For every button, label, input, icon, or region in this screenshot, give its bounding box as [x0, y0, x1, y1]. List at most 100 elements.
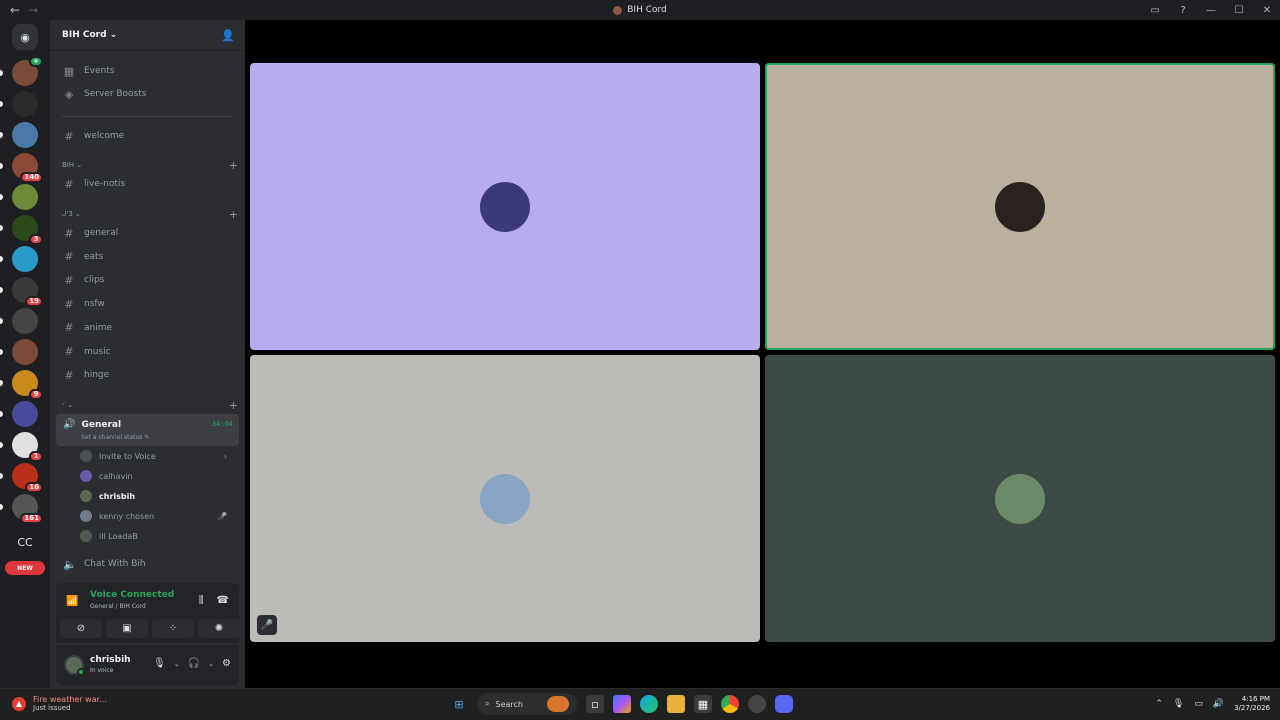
avatar[interactable] — [64, 655, 85, 676]
server-icon[interactable]: + — [12, 56, 43, 86]
forward-arrow-icon[interactable]: → — [28, 3, 38, 17]
nav-server-boosts[interactable]: ◈ Server Boosts — [58, 83, 238, 105]
voice-user[interactable]: calhavin — [80, 468, 235, 484]
camera-off-button[interactable]: ⊘ — [60, 619, 102, 638]
nav-events[interactable]: ▦ Events — [58, 60, 238, 82]
windows-start-icon[interactable]: ⊞ — [450, 695, 468, 713]
channel-general[interactable]: # general — [58, 222, 238, 244]
noise-suppression-icon[interactable]: ⫼ — [199, 595, 204, 606]
category-j3[interactable]: ᒍ'3 ⌄ + — [62, 207, 238, 221]
discord-taskbar-icon[interactable] — [775, 695, 793, 713]
server-header[interactable]: BIH Cord ⌄ 👤 — [50, 20, 245, 51]
chevron-down-icon[interactable]: ⌄ — [208, 660, 214, 668]
chevron-up-icon[interactable]: ⌃ — [1155, 699, 1163, 709]
person-add-icon[interactable]: 👤 — [221, 29, 235, 42]
soundboard-button[interactable]: ✺ — [198, 619, 240, 638]
add-channel-icon[interactable]: + — [229, 159, 238, 172]
unread-indicator — [0, 287, 3, 293]
video-tile[interactable] — [765, 355, 1275, 642]
volume-icon[interactable]: 🔊 — [1213, 699, 1224, 709]
activities-button[interactable]: ⁘ — [152, 619, 194, 638]
category-voice[interactable]: ᐟ ⌄ + — [62, 398, 238, 412]
mention-badge: 1 — [29, 451, 43, 462]
edge-icon[interactable] — [640, 695, 658, 713]
participant-avatar — [995, 473, 1045, 524]
server-icon[interactable] — [12, 246, 38, 272]
server-icon[interactable]: 16 — [12, 463, 43, 493]
channel-hinge[interactable]: # hinge — [58, 364, 238, 386]
help-icon[interactable]: ? — [1176, 5, 1190, 16]
voice-timer: 34:04 — [211, 420, 233, 428]
video-tile[interactable]: 🎤 — [250, 355, 760, 642]
screen-share-button[interactable]: ▣ — [106, 619, 148, 638]
unread-indicator — [0, 349, 3, 355]
microphone-icon[interactable]: 🎙 — [153, 658, 166, 669]
username[interactable]: chrisbih — [90, 655, 131, 665]
channel-anime[interactable]: # anime — [58, 317, 238, 339]
new-badge[interactable]: NEW — [5, 561, 45, 575]
network-icon[interactable]: ▭ — [1194, 699, 1203, 709]
channel-sidebar: BIH Cord ⌄ 👤 ▦ Events ◈ Server Boosts # … — [50, 20, 245, 688]
file-explorer-icon[interactable] — [667, 695, 685, 713]
voice-user[interactable]: kenny chosen 🎤̸ — [80, 508, 235, 524]
server-name[interactable]: BIH Cord ⌄ — [62, 30, 117, 40]
voice-channel-chat-with-bih[interactable]: 🔈 Chat With Bih — [58, 553, 238, 575]
weather-widget[interactable]: ▲ Fire weather war... Just issued — [12, 695, 107, 712]
server-icon[interactable] — [12, 91, 38, 117]
microphone-icon[interactable]: 🎙 — [1173, 699, 1184, 709]
voice-connected-label[interactable]: Voice Connected — [90, 590, 174, 600]
copilot-icon[interactable] — [613, 695, 631, 713]
channel-nsfw[interactable]: # nsfw — [58, 293, 238, 315]
minimize-icon[interactable]: — — [1204, 5, 1218, 16]
clock[interactable]: 4:16 PM 3/27/2026 — [1234, 695, 1270, 713]
inbox-icon[interactable]: ▭ — [1148, 5, 1162, 16]
search-bar[interactable]: ⌕ Search — [477, 693, 577, 715]
voice-user[interactable]: ill LoadaB — [80, 528, 235, 544]
add-channel-icon[interactable]: + — [229, 208, 238, 221]
chevron-down-icon[interactable]: ⌄ — [174, 660, 180, 668]
maximize-icon[interactable]: ☐ — [1232, 5, 1246, 16]
channel-live-notis[interactable]: # live-notis — [58, 173, 238, 195]
server-icon[interactable]: 9 — [12, 370, 43, 400]
avatar — [80, 450, 92, 462]
mention-badge: 161 — [20, 513, 43, 524]
server-icon[interactable]: 1 — [12, 432, 43, 462]
app-icon[interactable] — [748, 695, 766, 713]
unread-indicator — [0, 256, 3, 262]
task-view-icon[interactable]: ▫ — [586, 695, 604, 713]
voice-connected-sub[interactable]: General / BIH Cord — [90, 603, 146, 610]
server-icon[interactable] — [12, 339, 38, 365]
video-tile[interactable] — [765, 63, 1275, 350]
disconnect-icon[interactable]: ☎ — [217, 595, 229, 606]
server-icon[interactable]: 140 — [12, 153, 43, 183]
channel-clips[interactable]: # clips — [58, 269, 238, 291]
server-icon[interactable] — [12, 122, 38, 148]
back-arrow-icon[interactable]: ← — [10, 3, 20, 17]
voice-user[interactable]: chrisbih — [80, 488, 235, 504]
server-icon[interactable] — [12, 184, 38, 210]
invite-to-voice-button[interactable]: Invite to Voice › — [80, 448, 235, 464]
server-icon[interactable]: 19 — [12, 277, 43, 307]
add-channel-icon[interactable]: + — [229, 399, 238, 412]
server-avatar — [12, 184, 38, 210]
server-icon[interactable]: 161 — [12, 494, 43, 524]
channel-music[interactable]: # music — [58, 341, 238, 363]
gear-icon[interactable]: ⚙ — [222, 658, 231, 669]
server-icon[interactable] — [12, 401, 38, 427]
channel-welcome[interactable]: # welcome — [58, 125, 238, 147]
close-icon[interactable]: ✕ — [1260, 5, 1274, 16]
discord-home-icon[interactable]: ◉ — [12, 24, 38, 50]
channel-status-input[interactable]: Set a channel status ✎ — [81, 434, 149, 441]
signal-icon[interactable]: 📶 — [66, 596, 78, 607]
mute-toggle-button[interactable]: 🎤 — [257, 615, 277, 635]
category-bih[interactable]: BIH ⌄ + — [62, 158, 238, 172]
channel-eats[interactable]: # eats — [58, 246, 238, 268]
server-cc[interactable]: CC — [12, 529, 38, 555]
headphones-icon[interactable]: 🎧 — [188, 658, 200, 669]
server-icon[interactable]: 3 — [12, 215, 43, 245]
store-icon[interactable]: ▦ — [694, 695, 712, 713]
server-icon[interactable] — [12, 308, 38, 334]
chrome-icon[interactable] — [721, 695, 739, 713]
voice-channel-general[interactable]: 🔊 General 34:04 Set a channel status ✎ — [56, 414, 239, 446]
video-tile[interactable] — [250, 63, 760, 350]
